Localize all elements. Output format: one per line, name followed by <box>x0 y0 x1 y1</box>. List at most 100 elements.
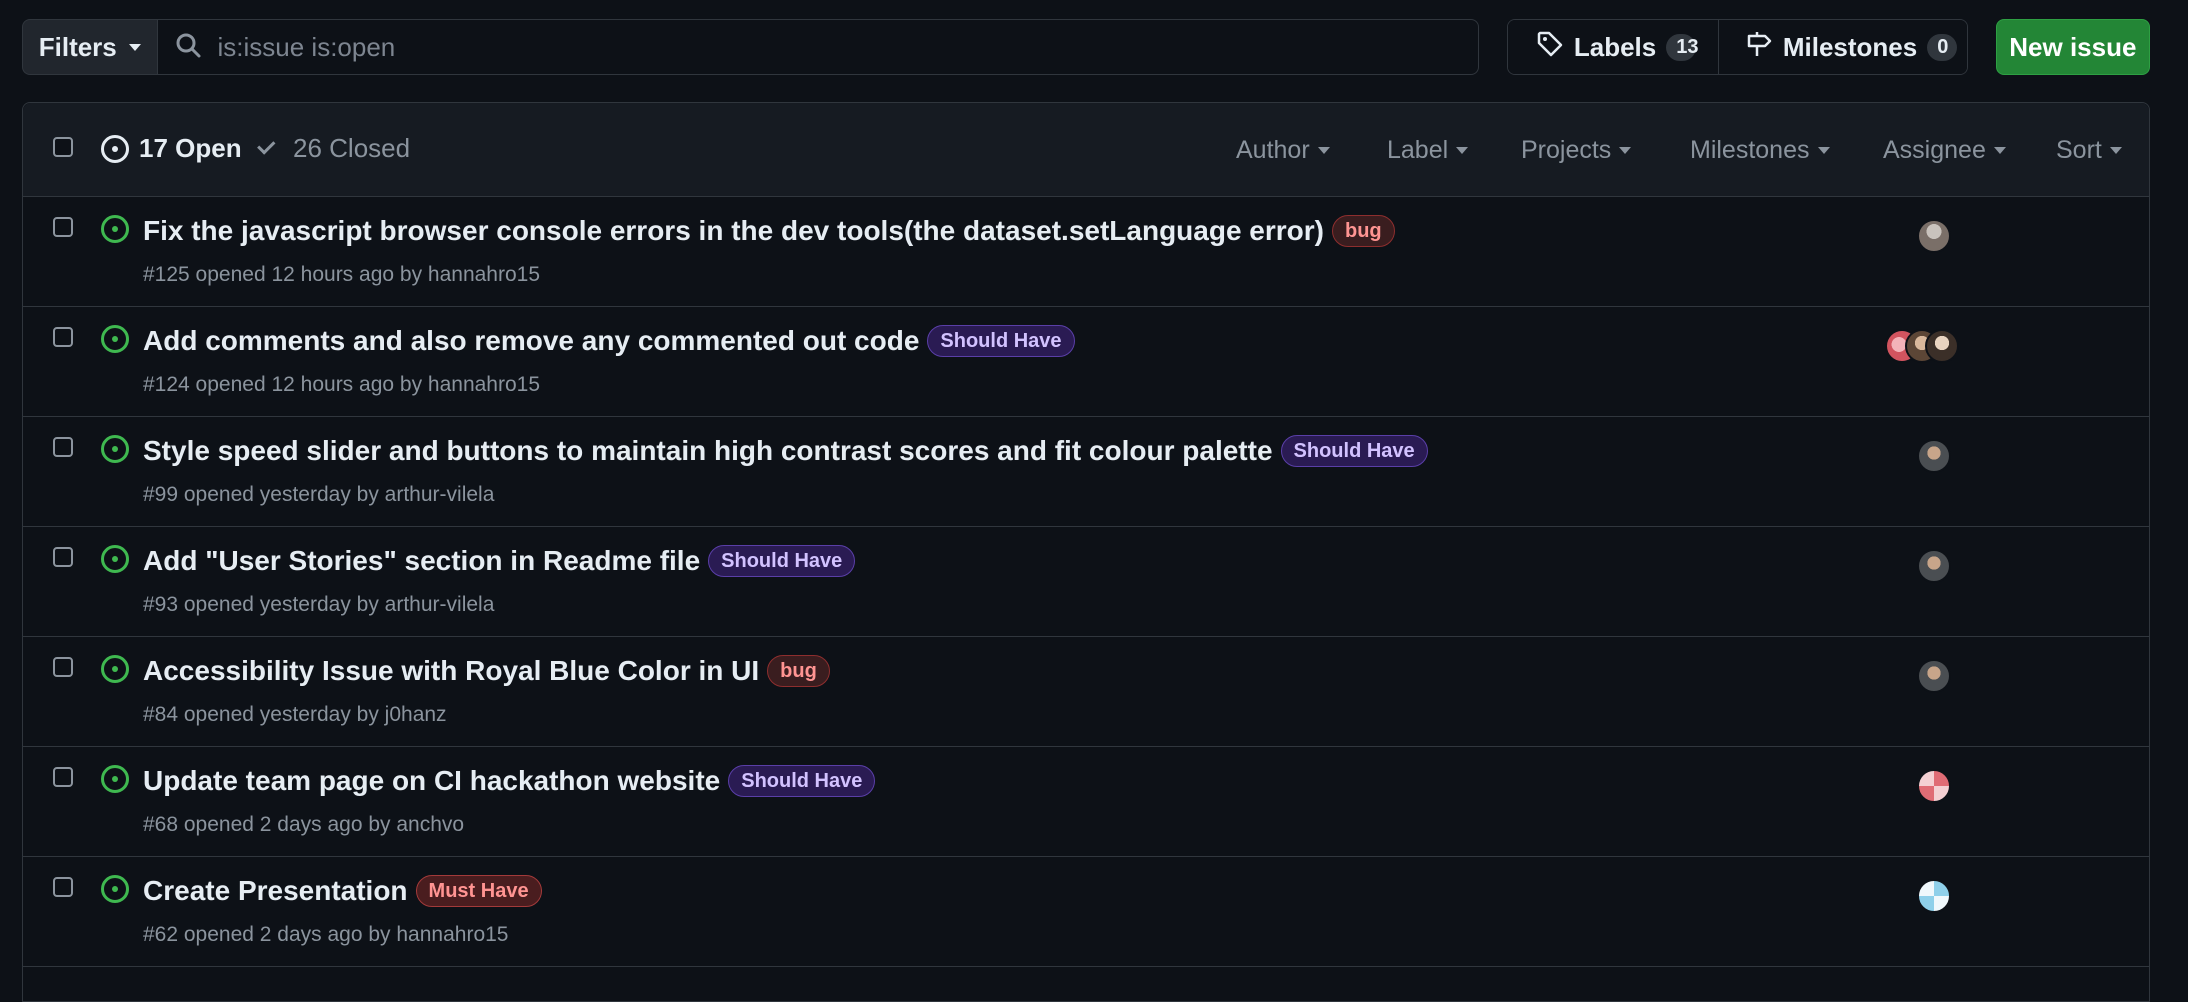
issue-label[interactable]: Should Have <box>927 325 1075 357</box>
issue-title-link[interactable]: Update team page on CI hackathon website <box>143 765 720 797</box>
issue-label[interactable]: Should Have <box>708 545 856 577</box>
sort-menu[interactable]: Sort <box>2056 136 2122 165</box>
chevron-down-icon <box>1817 147 1830 154</box>
chevron-down-icon <box>1993 147 2006 154</box>
issue-title-link[interactable]: Style speed slider and buttons to mainta… <box>143 435 1273 467</box>
issue-opened-icon <box>101 875 129 903</box>
issue-row[interactable]: Fix the javascript browser console error… <box>23 197 2149 307</box>
issue-row[interactable]: Add comments and also remove any comment… <box>23 307 2149 417</box>
issue-title-link[interactable]: Add "User Stories" section in Readme fil… <box>143 545 700 577</box>
issue-label[interactable]: Should Have <box>728 765 876 797</box>
milestone-icon <box>1745 30 1773 65</box>
milestones-label: Milestones <box>1782 31 1918 62</box>
issues-toolbar: Filters Labels 13 Milestones 0 New issue <box>22 19 2150 75</box>
issue-row[interactable]: Create Presentation Must Have #62 opened… <box>23 857 2149 967</box>
assignee-filter-label: Assignee <box>1883 136 1986 164</box>
issue-opened-icon <box>101 325 129 353</box>
chevron-down-icon <box>1456 147 1469 154</box>
milestones-filter-menu[interactable]: Milestones <box>1690 136 1830 165</box>
assignees[interactable] <box>1885 329 1959 363</box>
issue-row[interactable]: Update team page on CI hackathon website… <box>23 747 2149 857</box>
issue-opened-icon <box>101 435 129 463</box>
issue-meta: #99 opened yesterday by arthur-vilela <box>143 483 495 506</box>
issue-meta: #62 opened 2 days ago by hannahro15 <box>143 923 509 946</box>
issue-meta: #93 opened yesterday by arthur-vilela <box>143 593 495 616</box>
issue-checkbox[interactable] <box>53 437 73 457</box>
issues-list-header: 17 Open 26 Closed Author Label Projects … <box>23 103 2149 197</box>
issue-checkbox[interactable] <box>53 767 73 787</box>
milestones-filter-label: Milestones <box>1690 136 1810 164</box>
issue-checkbox[interactable] <box>53 877 73 897</box>
issue-opened-icon <box>101 655 129 683</box>
avatar[interactable] <box>1917 439 1951 473</box>
avatar[interactable] <box>1917 549 1951 583</box>
filters-label: Filters <box>38 31 117 62</box>
chevron-down-icon <box>1619 147 1632 154</box>
issue-row[interactable]: Style speed slider and buttons to mainta… <box>23 417 2149 527</box>
projects-filter-menu[interactable]: Projects <box>1521 136 1632 165</box>
search-input[interactable] <box>217 31 1418 63</box>
author-filter-menu[interactable]: Author <box>1236 136 1330 165</box>
issue-checkbox[interactable] <box>53 547 73 567</box>
issue-opened-icon <box>101 765 129 793</box>
labels-count: 13 <box>1666 33 1698 61</box>
milestones-count: 0 <box>1927 33 1958 61</box>
issue-title-link[interactable]: Add comments and also remove any comment… <box>143 325 919 357</box>
issue-label[interactable]: bug <box>1332 215 1395 247</box>
avatar[interactable] <box>1917 219 1951 253</box>
issue-title-link[interactable]: Fix the javascript browser console error… <box>143 215 1324 247</box>
issues-list: 17 Open 26 Closed Author Label Projects … <box>22 102 2150 1002</box>
open-issues-tab[interactable]: 17 Open <box>101 133 242 164</box>
closed-count-label: 26 Closed <box>293 133 411 163</box>
assignees[interactable] <box>1917 659 1951 693</box>
issue-row[interactable]: Add "User Stories" section in Readme fil… <box>23 527 2149 637</box>
check-icon <box>257 135 276 155</box>
issue-meta: #84 opened yesterday by j0hanz <box>143 703 447 726</box>
labels-button[interactable]: Labels 13 <box>1507 20 1718 74</box>
author-filter-label: Author <box>1236 136 1310 164</box>
assignees[interactable] <box>1917 769 1951 803</box>
issue-opened-icon <box>101 545 129 573</box>
issue-checkbox[interactable] <box>53 217 73 237</box>
assignees[interactable] <box>1917 549 1951 583</box>
issue-label[interactable]: Must Have <box>415 875 542 907</box>
projects-filter-label: Projects <box>1521 136 1612 164</box>
labels-label: Labels <box>1573 31 1657 62</box>
issue-row[interactable]: Accessibility Issue with Royal Blue Colo… <box>23 637 2149 747</box>
assignees[interactable] <box>1917 879 1951 913</box>
select-all-checkbox[interactable] <box>53 137 73 157</box>
chevron-down-icon <box>1317 147 1330 154</box>
issue-checkbox[interactable] <box>53 657 73 677</box>
sort-label: Sort <box>2056 136 2102 164</box>
new-issue-button[interactable]: New issue <box>1995 19 2150 75</box>
assignees[interactable] <box>1917 439 1951 473</box>
avatar[interactable] <box>1917 879 1951 913</box>
issue-meta: #125 opened 12 hours ago by hannahro15 <box>143 263 541 286</box>
chevron-down-icon <box>128 43 141 51</box>
search-icon <box>174 31 202 64</box>
avatar[interactable] <box>1917 769 1951 803</box>
tag-icon <box>1536 30 1564 65</box>
issue-label[interactable]: Should Have <box>1280 435 1428 467</box>
assignees[interactable] <box>1917 219 1951 253</box>
closed-issues-tab[interactable]: 26 Closed <box>257 133 411 164</box>
issue-checkbox[interactable] <box>53 327 73 347</box>
issue-meta: #124 opened 12 hours ago by hannahro15 <box>143 373 541 396</box>
labels-milestones-group: Labels 13 Milestones 0 <box>1506 19 1968 75</box>
milestones-button[interactable]: Milestones 0 <box>1717 20 1967 74</box>
issue-meta: #68 opened 2 days ago by anchvo <box>143 813 465 836</box>
issue-opened-icon <box>101 215 129 243</box>
label-filter-label: Label <box>1387 136 1449 164</box>
label-filter-menu[interactable]: Label <box>1387 136 1469 165</box>
open-count-label: 17 Open <box>139 133 242 163</box>
avatar[interactable] <box>1925 329 1959 363</box>
assignee-filter-menu[interactable]: Assignee <box>1883 136 2006 165</box>
issue-title-link[interactable]: Create Presentation <box>143 875 408 907</box>
chevron-down-icon <box>2109 147 2122 154</box>
filters-button[interactable]: Filters <box>22 19 157 75</box>
issue-title-link[interactable]: Accessibility Issue with Royal Blue Colo… <box>143 655 759 687</box>
search-field[interactable] <box>156 19 1479 75</box>
issue-label[interactable]: bug <box>767 655 830 687</box>
issue-opened-icon <box>101 134 129 163</box>
avatar[interactable] <box>1917 659 1951 693</box>
